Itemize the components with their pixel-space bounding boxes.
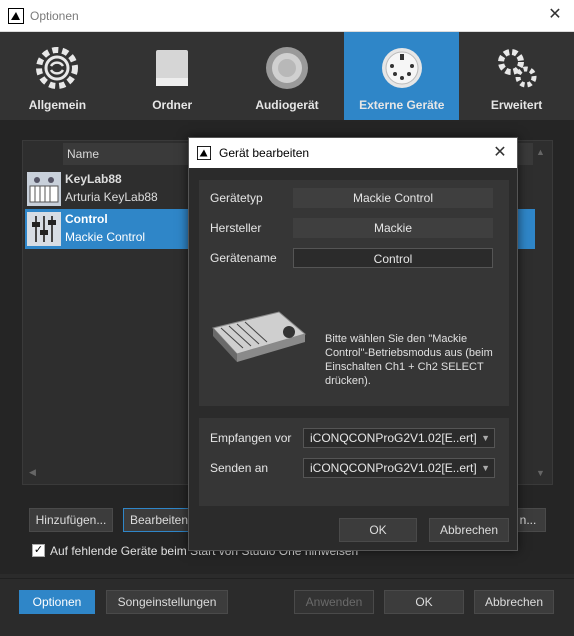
send-port-select[interactable]: iCONQCONProG2V1.02[E..ert] ▼ — [303, 458, 495, 478]
device-name: KeyLab88 — [65, 172, 122, 186]
device-name-field[interactable]: Control — [293, 248, 493, 268]
send-port-value: iCONQCONProG2V1.02[E..ert] — [310, 461, 477, 475]
dialog-close-icon[interactable]: ✕ — [491, 144, 509, 162]
device-name-label: Gerätename — [210, 251, 277, 265]
apply-button[interactable]: Anwenden — [294, 590, 374, 614]
mode-instructions: Bitte wählen Sie den "Mackie Control"-Be… — [325, 333, 493, 387]
missing-devices-checkbox[interactable]: ✓ — [32, 544, 45, 557]
faders-icon — [27, 212, 61, 246]
send-label: Senden an — [210, 461, 269, 475]
dialog-titlebar: Gerät bearbeiten ✕ — [189, 138, 517, 168]
tab-allgemein[interactable]: Allgemein — [0, 32, 115, 120]
chevron-down-icon: ▼ — [481, 433, 490, 443]
dialog-ok-button[interactable]: OK — [339, 518, 417, 542]
device-name: Control — [65, 212, 108, 226]
options-tabbar: Allgemein Ordner Audiogerät Externe Gerä… — [0, 32, 574, 120]
cancel-button[interactable]: Abbrechen — [474, 590, 554, 614]
tab-ordner[interactable]: Ordner — [115, 32, 230, 120]
app-icon — [197, 146, 211, 160]
dialog-title: Gerät bearbeiten — [219, 146, 310, 160]
gears-icon — [497, 49, 537, 88]
chevron-down-icon: ▼ — [481, 463, 490, 473]
add-device-button[interactable]: Hinzufügen... — [29, 508, 113, 532]
vendor-value: Mackie — [293, 218, 493, 238]
options-button[interactable]: Optionen — [19, 590, 95, 614]
tab-audiogeraet[interactable]: Audiogerät — [230, 32, 345, 120]
device-info-section: Gerätetyp Mackie Control Hersteller Mack… — [199, 180, 509, 406]
drive-icon — [156, 50, 189, 86]
tab-label: Ordner — [152, 98, 193, 112]
close-icon[interactable]: ✕ — [546, 6, 564, 24]
sync-gear-icon — [36, 47, 79, 89]
scroll-left-arrow-icon[interactable]: ◀ — [29, 467, 36, 478]
app-icon — [8, 7, 24, 24]
device-model: Arturia KeyLab88 — [65, 190, 158, 204]
dialog-cancel-button[interactable]: Abbrechen — [429, 518, 509, 542]
tab-label: Allgemein — [28, 98, 87, 112]
tab-label: Externe Geräte — [359, 98, 445, 112]
vendor-label: Hersteller — [210, 221, 262, 235]
scroll-down-arrow-icon[interactable]: ▼ — [536, 468, 546, 478]
tab-label: Audiogerät — [255, 98, 319, 112]
window-titlebar: Optionen ✕ — [0, 0, 574, 32]
ok-button[interactable]: OK — [384, 590, 464, 614]
edit-device-dialog: Gerät bearbeiten ✕ Gerätetyp Mackie Cont… — [188, 137, 518, 551]
edit-device-button[interactable]: Bearbeiten — [123, 508, 195, 532]
song-settings-button[interactable]: Songeinstellungen — [106, 590, 228, 614]
device-type-value: Mackie Control — [293, 188, 493, 208]
receive-label: Empfangen vor — [210, 431, 292, 445]
tab-externe-geraete[interactable]: Externe Geräte — [344, 32, 460, 120]
speaker-icon — [265, 47, 308, 89]
window-title: Optionen — [30, 8, 79, 23]
device-type-label: Gerätetyp — [210, 191, 263, 205]
mackie-control-image — [212, 311, 307, 362]
ports-section: Empfangen vor iCONQCONProG2V1.02[E..ert]… — [199, 418, 509, 506]
midi-port-icon — [381, 48, 422, 88]
device-model: Mackie Control — [65, 230, 146, 244]
receive-port-select[interactable]: iCONQCONProG2V1.02[E..ert] ▼ — [303, 428, 495, 448]
tab-erweitert[interactable]: Erweitert — [459, 32, 574, 120]
receive-port-value: iCONQCONProG2V1.02[E..ert] — [310, 431, 477, 445]
keyboard-icon — [27, 172, 61, 206]
tab-label: Erweitert — [490, 98, 543, 112]
scroll-up-arrow-icon[interactable]: ▲ — [536, 147, 546, 157]
